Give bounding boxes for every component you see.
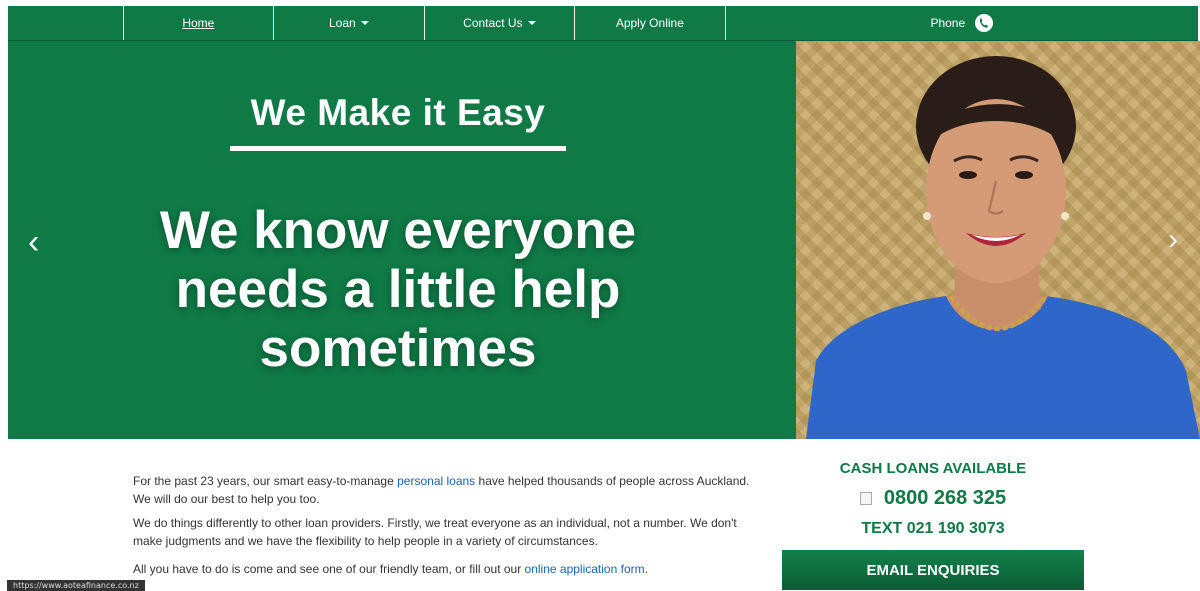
online-application-form-link[interactable]: online application form (525, 562, 645, 576)
personal-loans-link[interactable]: personal loans (397, 474, 475, 488)
nav-home[interactable]: Home (122, 6, 274, 40)
status-bar-url: https://www.aoteafinance.co.nz (7, 580, 145, 591)
intro-paragraph-2: We do things differently to other loan p… (133, 516, 737, 548)
phone-number: 0800 268 325 (883, 487, 1007, 509)
intro-p1-text: For the past 23 years, our smart easy-to… (133, 474, 398, 488)
contact-box: CASH LOANS AVAILABLE 0800 268 325 TEXT 0… (782, 458, 1084, 590)
email-enquiries-button[interactable]: EMAIL ENQUIRIES (782, 550, 1084, 590)
broken-image-icon (859, 492, 872, 505)
hero-divider (230, 146, 566, 151)
nav-apply-label: Apply Online (615, 16, 684, 30)
chevron-down-icon (360, 21, 369, 25)
nav-phone-label: Phone (930, 16, 966, 30)
carousel-next-arrow-icon[interactable]: › (1168, 223, 1178, 257)
main-nav: Home Loan Contact Us Apply Online Phone (8, 6, 1198, 41)
intro-paragraph-1: For the past 23 years, our smart easy-to… (133, 472, 763, 508)
phone-number-line[interactable]: 0800 268 325 (782, 487, 1084, 510)
woman-photo (806, 56, 1200, 439)
cash-loans-heading: CASH LOANS AVAILABLE (839, 460, 1027, 477)
hero-tagline-line2: needs a little help (175, 260, 621, 319)
hero-heading: We Make it Easy (250, 92, 546, 133)
hero-tagline-line1: We know everyone (159, 201, 637, 260)
nav-home-label: Home (182, 16, 215, 30)
hero-photo: › (796, 41, 1200, 439)
nav-apply-online[interactable]: Apply Online (574, 6, 725, 40)
intro-p3-text: All you have to do is come and see one o… (133, 562, 525, 576)
text-number: TEXT 021 190 3073 (861, 520, 1005, 537)
nav-loan[interactable]: Loan (273, 6, 424, 40)
phone-icon (975, 14, 994, 32)
hero-tagline-line3: sometimes (259, 319, 537, 378)
hero-tagline: We know everyone needs a little help som… (68, 201, 728, 378)
carousel-prev-arrow-icon[interactable]: ‹ (28, 223, 39, 262)
intro-text: For the past 23 years, our smart easy-to… (133, 472, 763, 584)
intro-p3-text-end: . (644, 562, 648, 576)
hero-banner: We Make it Easy We know everyone needs a… (8, 41, 796, 439)
nav-contact-us[interactable]: Contact Us (423, 6, 575, 40)
chevron-down-icon (527, 21, 536, 25)
intro-paragraph-3: All you have to do is come and see one o… (133, 560, 763, 578)
nav-loan-label: Loan (329, 16, 356, 30)
nav-contact-label: Contact Us (463, 16, 523, 30)
nav-phone[interactable]: Phone (724, 6, 1198, 40)
